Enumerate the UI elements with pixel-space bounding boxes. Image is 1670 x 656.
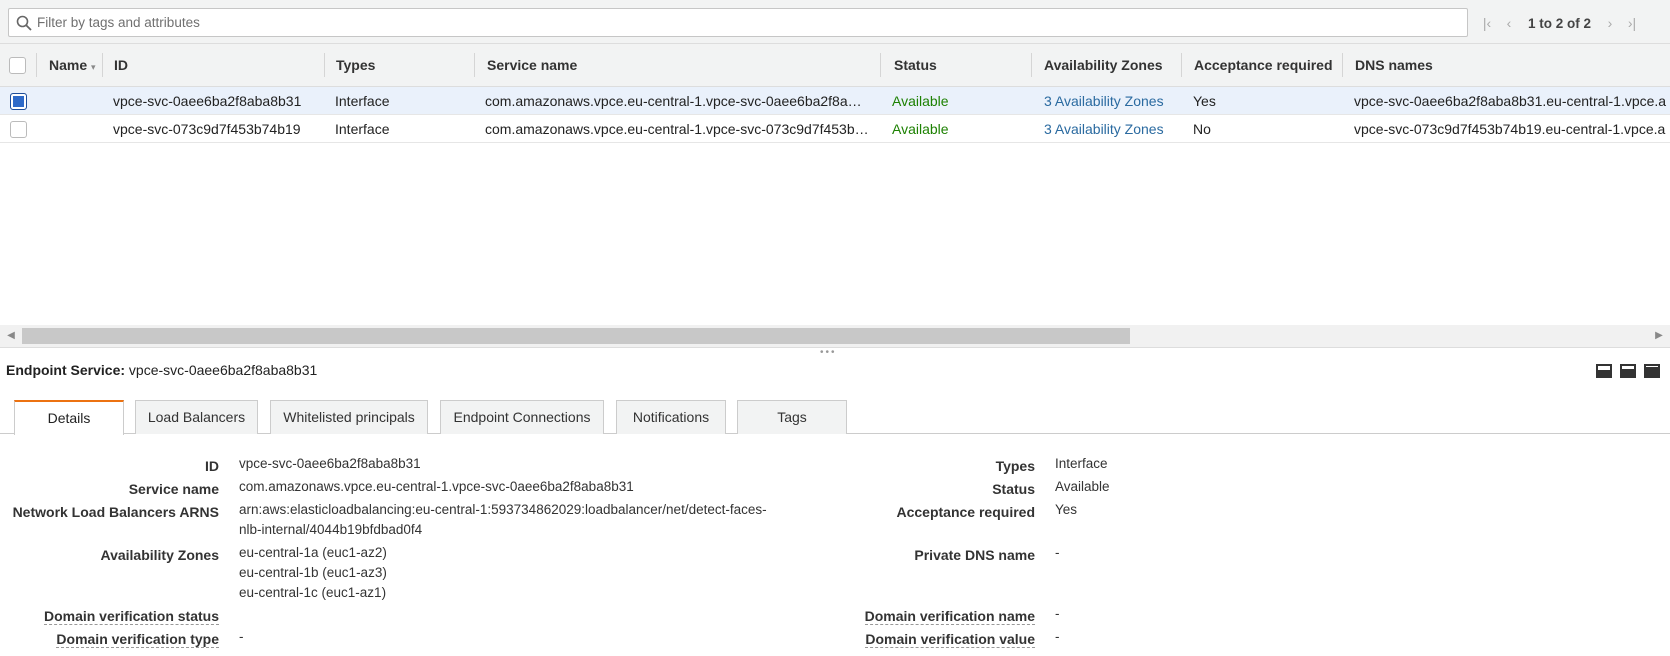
detail-types-value: Interface <box>1055 456 1108 471</box>
panel-splitter[interactable]: ••• <box>0 347 1670 358</box>
tab-notifications[interactable]: Notifications <box>616 400 726 434</box>
row-status: Available <box>892 121 949 137</box>
detail-title: Endpoint Service: vpce-svc-0aee6ba2f8aba… <box>6 362 318 378</box>
column-header-acceptance-required[interactable]: Acceptance required <box>1194 44 1333 87</box>
layout-bottom-icon[interactable] <box>1596 364 1612 378</box>
column-divider <box>1181 53 1182 77</box>
detail-status-value: Available <box>1055 479 1110 494</box>
row-status: Available <box>892 93 949 109</box>
detail-nlb-arns-value-line2: nlb-internal/4044b19bfdbad0f4 <box>239 522 423 537</box>
sort-caret-icon: ▾ <box>91 62 96 72</box>
column-divider <box>36 53 37 77</box>
search-icon <box>16 15 32 31</box>
detail-nlb-arns-value-line1: arn:aws:elasticloadbalancing:eu-central-… <box>239 502 767 517</box>
detail-status-label: Status <box>992 481 1035 497</box>
detail-domain-verification-name-value: - <box>1055 606 1060 621</box>
detail-acceptance-required-label: Acceptance required <box>896 504 1036 520</box>
row-types: Interface <box>335 93 390 109</box>
row-acceptance-required: No <box>1193 121 1211 137</box>
detail-availability-zone-item: eu-central-1a (euc1-az2) <box>239 545 387 560</box>
panel-layout-controls <box>1596 364 1660 378</box>
detail-domain-verification-value-label: Domain verification value <box>865 631 1035 648</box>
row-checkbox[interactable] <box>10 121 27 138</box>
table-header: Name ▾ ID Types Service name Status Avai… <box>0 44 1670 87</box>
select-all-checkbox[interactable] <box>9 57 26 74</box>
detail-service-name-value: com.amazonaws.vpce.eu-central-1.vpce-svc… <box>239 479 634 494</box>
scroll-right-icon[interactable]: ▶ <box>1652 328 1666 344</box>
tab-endpoint-connections[interactable]: Endpoint Connections <box>440 400 604 434</box>
row-availability-zones-link[interactable]: 3 Availability Zones <box>1044 115 1176 143</box>
scrollbar-thumb[interactable] <box>22 328 1130 344</box>
column-divider <box>102 53 103 77</box>
column-header-service-name[interactable]: Service name <box>487 44 577 87</box>
detail-id-label: ID <box>205 458 219 474</box>
table-row[interactable]: vpce-svc-0aee6ba2f8aba8b31 Interface com… <box>0 87 1670 115</box>
detail-nlb-arns-label: Network Load Balancers ARNS <box>12 504 219 520</box>
first-page-icon[interactable]: |‹ <box>1476 12 1498 34</box>
filter-input[interactable] <box>37 12 1457 33</box>
row-acceptance-required: Yes <box>1193 93 1216 109</box>
tab-details[interactable]: Details <box>14 400 124 435</box>
column-divider <box>1342 53 1343 77</box>
detail-acceptance-required-value: Yes <box>1055 502 1078 517</box>
detail-domain-verification-name-label: Domain verification name <box>864 608 1035 625</box>
row-id: vpce-svc-073c9d7f453b74b19 <box>113 121 301 137</box>
row-checkbox[interactable] <box>10 93 27 110</box>
horizontal-scrollbar[interactable]: ◀ ▶ <box>0 325 1670 347</box>
column-header-status[interactable]: Status <box>894 44 937 87</box>
layout-full-icon[interactable] <box>1644 364 1660 378</box>
table-row[interactable]: vpce-svc-073c9d7f453b74b19 Interface com… <box>0 115 1670 143</box>
prev-page-icon[interactable]: ‹ <box>1498 12 1520 34</box>
column-divider <box>1031 53 1032 77</box>
pagination: |‹ ‹ 1 to 2 of 2 › ›| <box>1476 12 1643 34</box>
detail-id-value: vpce-svc-0aee6ba2f8aba8b31 <box>239 456 421 471</box>
layout-split-icon[interactable] <box>1620 364 1636 378</box>
detail-domain-verification-type-value: - <box>239 629 244 644</box>
column-divider <box>324 53 325 77</box>
row-dns-names: vpce-svc-0aee6ba2f8aba8b31.eu-central-1.… <box>1354 93 1667 109</box>
filter-search-box[interactable] <box>8 8 1468 37</box>
row-availability-zones-link[interactable]: 3 Availability Zones <box>1044 87 1176 115</box>
tab-whitelisted-principals[interactable]: Whitelisted principals <box>270 400 428 434</box>
detail-private-dns-name-label: Private DNS name <box>914 547 1035 563</box>
scroll-left-icon[interactable]: ◀ <box>4 328 18 344</box>
column-header-id[interactable]: ID <box>114 44 128 87</box>
detail-types-label: Types <box>995 458 1035 474</box>
drag-handle-icon[interactable]: ••• <box>820 347 837 358</box>
row-service-name: com.amazonaws.vpce.eu-central-1.vpce-svc… <box>485 121 869 137</box>
column-header-name[interactable]: Name ▾ <box>49 44 96 87</box>
filter-bar: |‹ ‹ 1 to 2 of 2 › ›| <box>0 0 1670 44</box>
next-page-icon[interactable]: › <box>1599 12 1621 34</box>
row-service-name: com.amazonaws.vpce.eu-central-1.vpce-svc… <box>485 93 862 109</box>
column-divider <box>880 53 881 77</box>
last-page-icon[interactable]: ›| <box>1621 12 1643 34</box>
detail-domain-verification-type-label: Domain verification type <box>56 631 219 648</box>
detail-private-dns-name-value: - <box>1055 545 1060 560</box>
column-divider <box>474 53 475 77</box>
detail-domain-verification-value-value: - <box>1055 629 1060 644</box>
detail-service-name-label: Service name <box>128 481 219 497</box>
row-types: Interface <box>335 121 390 137</box>
detail-availability-zone-item: eu-central-1c (euc1-az1) <box>239 585 387 600</box>
column-header-dns-names[interactable]: DNS names <box>1355 44 1433 87</box>
tab-tags[interactable]: Tags <box>737 400 847 434</box>
detail-domain-verification-status-label: Domain verification status <box>43 608 219 625</box>
detail-tabs: Details Load Balancers Whitelisted princ… <box>0 400 1670 435</box>
row-id: vpce-svc-0aee6ba2f8aba8b31 <box>113 93 302 109</box>
detail-availability-zone-item: eu-central-1b (euc1-az3) <box>239 565 387 580</box>
column-header-types[interactable]: Types <box>336 44 375 87</box>
pagination-text: 1 to 2 of 2 <box>1528 15 1592 31</box>
row-dns-names: vpce-svc-073c9d7f453b74b19.eu-central-1.… <box>1354 121 1666 137</box>
detail-title-value: vpce-svc-0aee6ba2f8aba8b31 <box>128 362 318 378</box>
detail-availability-zones-label: Availability Zones <box>100 547 219 563</box>
tab-load-balancers[interactable]: Load Balancers <box>135 400 258 434</box>
column-header-availability-zones[interactable]: Availability Zones <box>1044 44 1163 87</box>
